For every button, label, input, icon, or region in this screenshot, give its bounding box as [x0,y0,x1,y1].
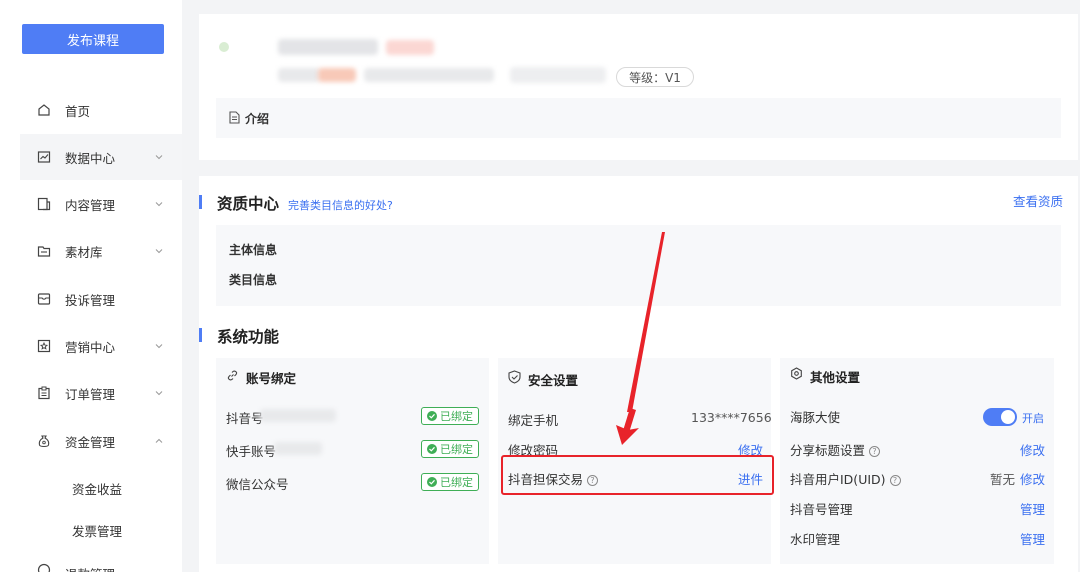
annotation-arrow [616,232,665,445]
